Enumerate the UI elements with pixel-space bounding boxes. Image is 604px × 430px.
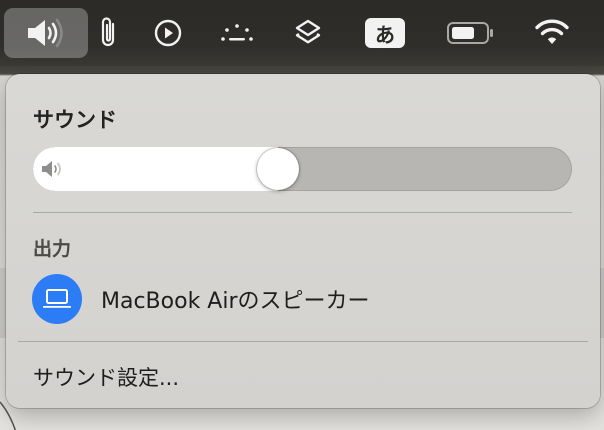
output-device-row[interactable]: MacBook Airのスピーカー	[22, 268, 584, 330]
speaker-low-icon	[42, 161, 61, 177]
panel-title: サウンド	[33, 108, 117, 132]
input-method-icon: あ	[365, 18, 405, 48]
play-circle-icon	[154, 19, 182, 47]
menubar-layers-button[interactable]	[286, 8, 330, 58]
volume-slider[interactable]	[33, 147, 572, 191]
laptop-glyph	[42, 289, 72, 308]
menubar-wifi-button[interactable]	[528, 8, 576, 58]
menubar-input-method-button[interactable]: あ	[362, 8, 408, 58]
speaker-volume-icon	[28, 18, 63, 48]
battery-icon	[447, 22, 493, 44]
menubar-play-button[interactable]	[148, 8, 188, 58]
volume-slider-knob[interactable]	[256, 148, 299, 190]
menubar-paperclip-button[interactable]	[94, 8, 124, 58]
menubar-battery-button[interactable]	[442, 8, 500, 58]
paperclip-icon	[101, 17, 115, 47]
wifi-icon	[535, 19, 569, 44]
output-section-label: 出力	[33, 238, 72, 260]
dots-arc-icon	[221, 24, 253, 41]
laptop-icon	[32, 274, 82, 324]
output-device-label: MacBook Airのスピーカー	[101, 289, 370, 314]
divider	[18, 341, 588, 342]
sound-menu-panel: サウンド 出力 MacBook Airのスピーカー サウンド設定...	[6, 74, 600, 408]
volume-slider-fill	[33, 147, 278, 191]
layers-icon	[295, 19, 321, 44]
menubar-dots-button[interactable]	[212, 8, 262, 58]
menu-bar: あ	[0, 0, 604, 66]
sound-settings-menu-item[interactable]: サウンド設定...	[33, 362, 179, 392]
menubar-sound-button[interactable]	[4, 8, 88, 58]
divider	[33, 212, 572, 213]
